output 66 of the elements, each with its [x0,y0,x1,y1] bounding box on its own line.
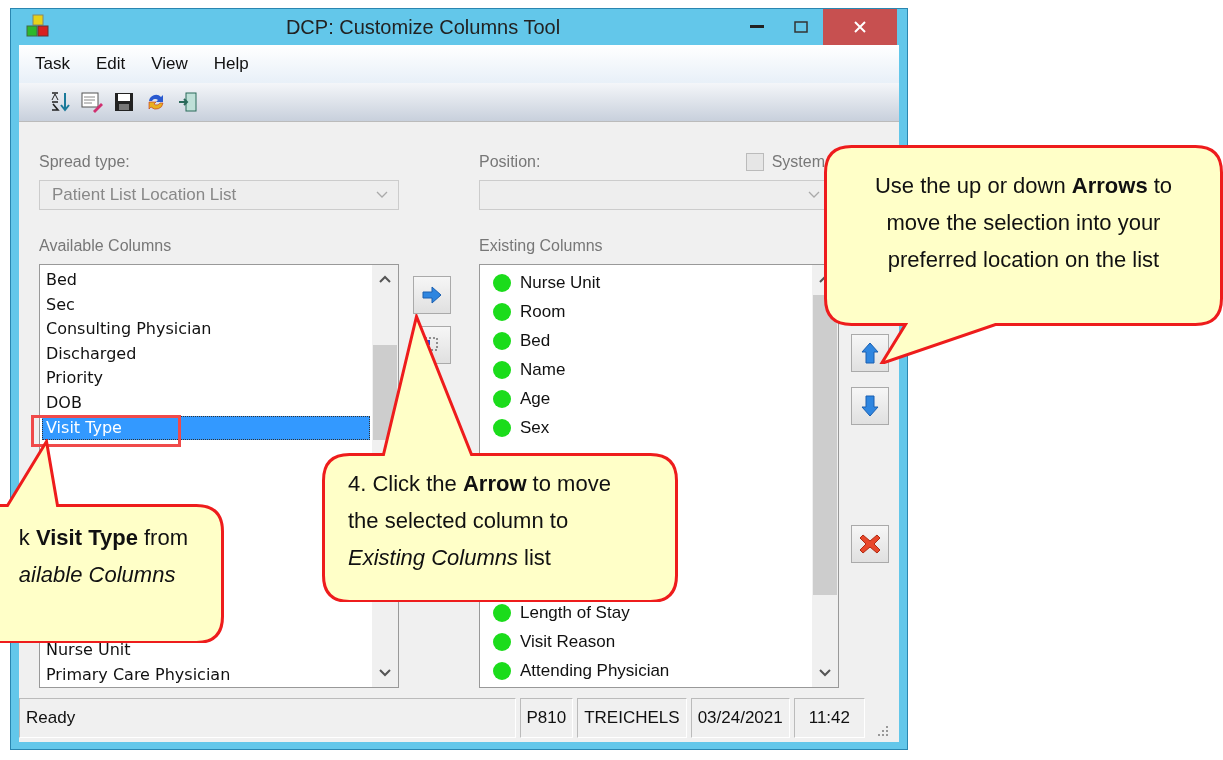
scroll-down-icon[interactable] [819,669,831,677]
minimize-icon [750,25,764,29]
dot-icon [492,330,512,351]
position-label: Position: [479,153,541,171]
list-item[interactable]: Consulting Physician [42,317,370,342]
list-item[interactable]: Attending Physician [520,660,670,681]
list-item[interactable]: Bed [520,330,551,351]
add-column-button[interactable] [413,276,451,314]
callout-text: k Visit Type from ailable Columns [18,524,188,589]
dropdown-icon [376,191,388,199]
maximize-icon [794,21,808,33]
dot-icon [492,631,512,652]
dropdown-icon [808,191,820,199]
list-item[interactable]: Priority [42,366,370,391]
menu-item[interactable]: Task [25,50,80,78]
dot-icon [492,602,512,623]
list-item[interactable]: Bed [42,268,370,293]
delete-icon [859,533,881,555]
cubes-app-icon [25,14,51,40]
sort-az-icon[interactable] [49,91,71,113]
list-item[interactable]: Primary Care Physician [42,662,370,687]
status-text: 03/24/2021 [690,698,790,738]
dot-icon [492,417,512,438]
close-icon [854,21,866,33]
move-up-button[interactable] [851,334,889,372]
scroll-down-icon[interactable] [379,669,391,677]
exit-door-icon[interactable] [177,91,199,113]
menu-item[interactable]: View [141,50,198,78]
save-icon[interactable] [113,91,135,113]
list-item[interactable]: Length of Stay [520,602,630,623]
spread-type-label: Spread type: [39,153,130,171]
list-item[interactable]: Name [520,359,566,380]
dot-icon [492,359,512,380]
status-text: P810 [519,698,574,738]
down-arrow-icon [861,395,879,417]
menu-item[interactable]: Edit [85,50,136,78]
list-item[interactable]: Room [520,301,566,322]
list-item[interactable]: DOB [42,390,370,416]
right-arrow-icon [422,286,442,304]
list-item[interactable]: Sec [42,292,370,318]
up-arrow-icon [861,342,879,364]
scrollbar-thumb[interactable] [813,295,837,595]
list-item[interactable]: Nurse Unit [520,272,601,293]
callout-text: 4. Click the Arrow to move the selected column to Existing Columns list [348,470,611,572]
window-title: DCP: Customize Columns Tool [284,15,562,39]
status-text: TREICHELS [577,698,687,738]
dot-icon [492,388,512,409]
edit-list-icon[interactable] [81,91,103,113]
remove-column-button[interactable] [851,525,889,563]
dot-icon [492,660,512,681]
list-item[interactable]: Sex [520,417,550,438]
list-item[interactable]: Discharged [42,341,370,367]
menu-item[interactable]: Help [203,50,259,78]
status-text: 11:42 [793,698,865,738]
scrollbar[interactable] [812,265,838,687]
list-item[interactable]: Age [520,388,551,409]
existing-columns-label: Existing Columns [479,237,603,255]
system-label: System [771,153,825,171]
available-columns-label: Available Columns [39,237,172,255]
callout-text: Use the up or down Arrows to move the selection into your preferred location on the list [874,172,1173,274]
list-item[interactable]: Visit Reason [520,631,616,652]
dot-icon [492,301,512,322]
move-down-button[interactable] [851,387,889,425]
scroll-up-icon[interactable] [379,275,391,283]
dot-icon [492,272,512,293]
status-text: Ready [19,698,516,738]
